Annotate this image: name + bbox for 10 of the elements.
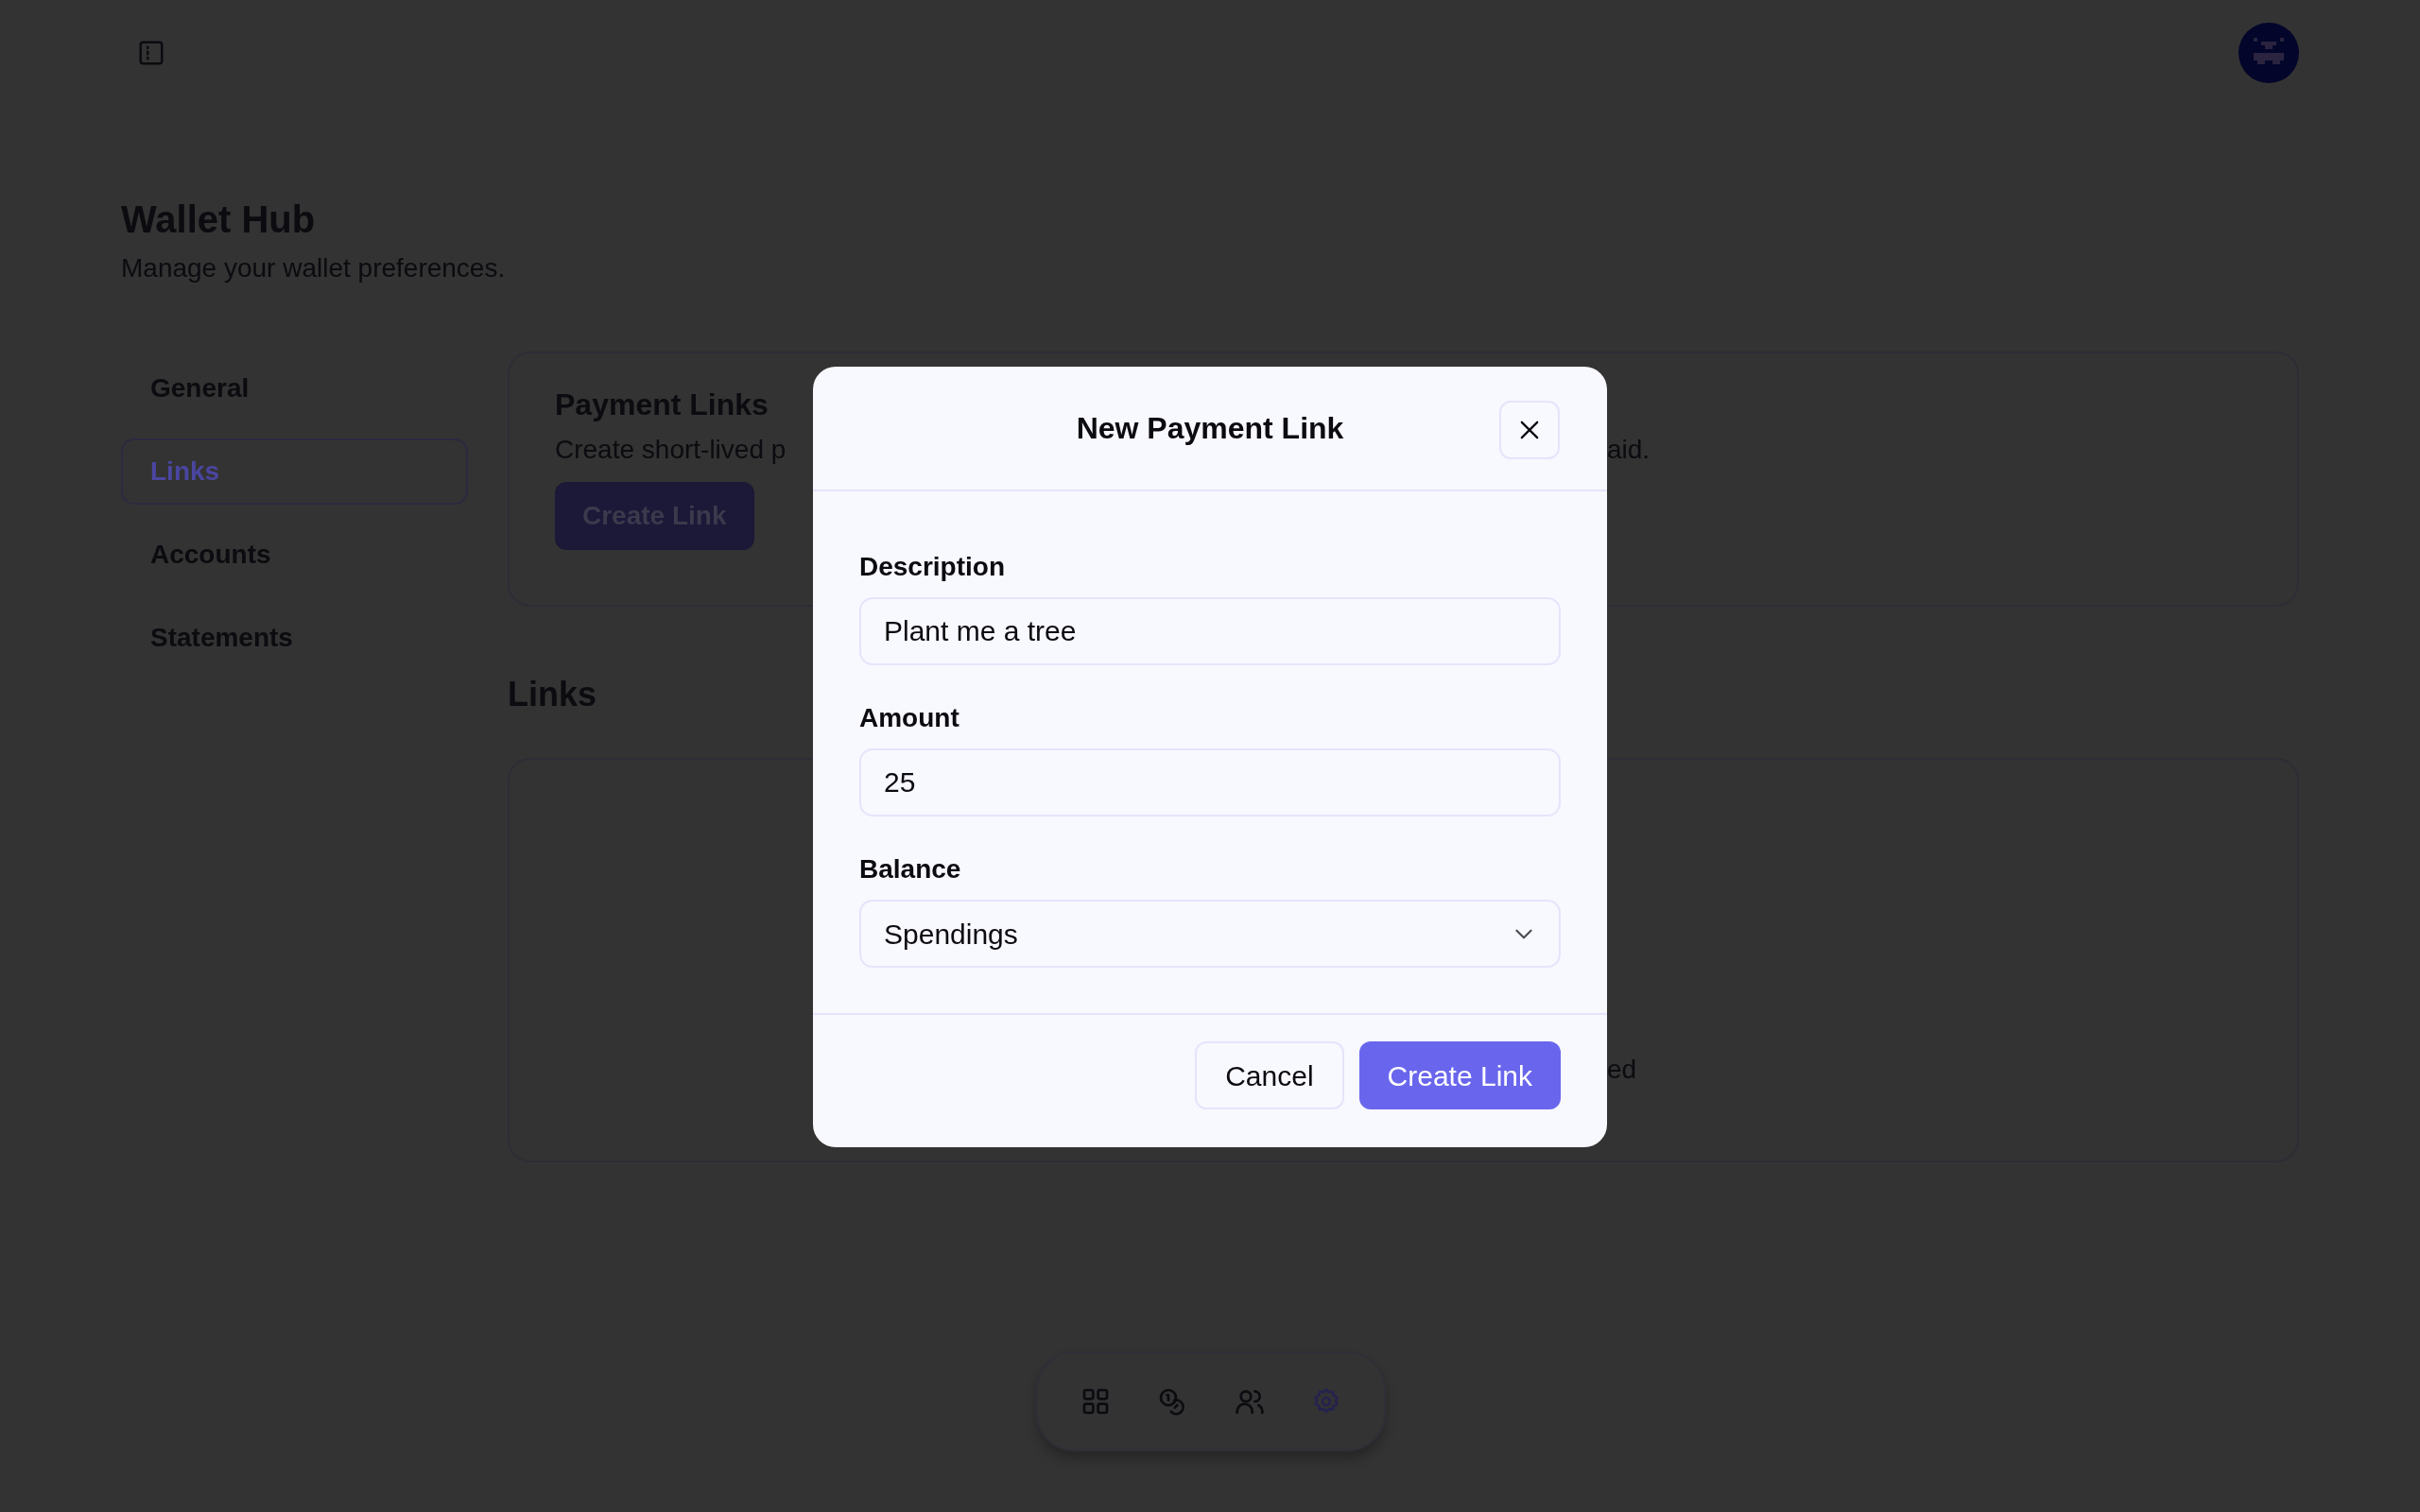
balance-select[interactable]: Spendings [859,900,1561,968]
input-field[interactable]: 25 [859,748,1561,816]
field-label: Balance [859,853,962,885]
input-field[interactable]: Plant me a tree [859,597,1561,665]
cancel-button[interactable]: Cancel [1195,1041,1344,1109]
field-label: Amount [859,702,960,734]
close-button[interactable] [1499,401,1560,459]
field-label: Description [859,551,1007,583]
dialog-title: New Payment Link [1076,410,1344,447]
create-link-button[interactable]: Create Link [1358,1041,1561,1109]
